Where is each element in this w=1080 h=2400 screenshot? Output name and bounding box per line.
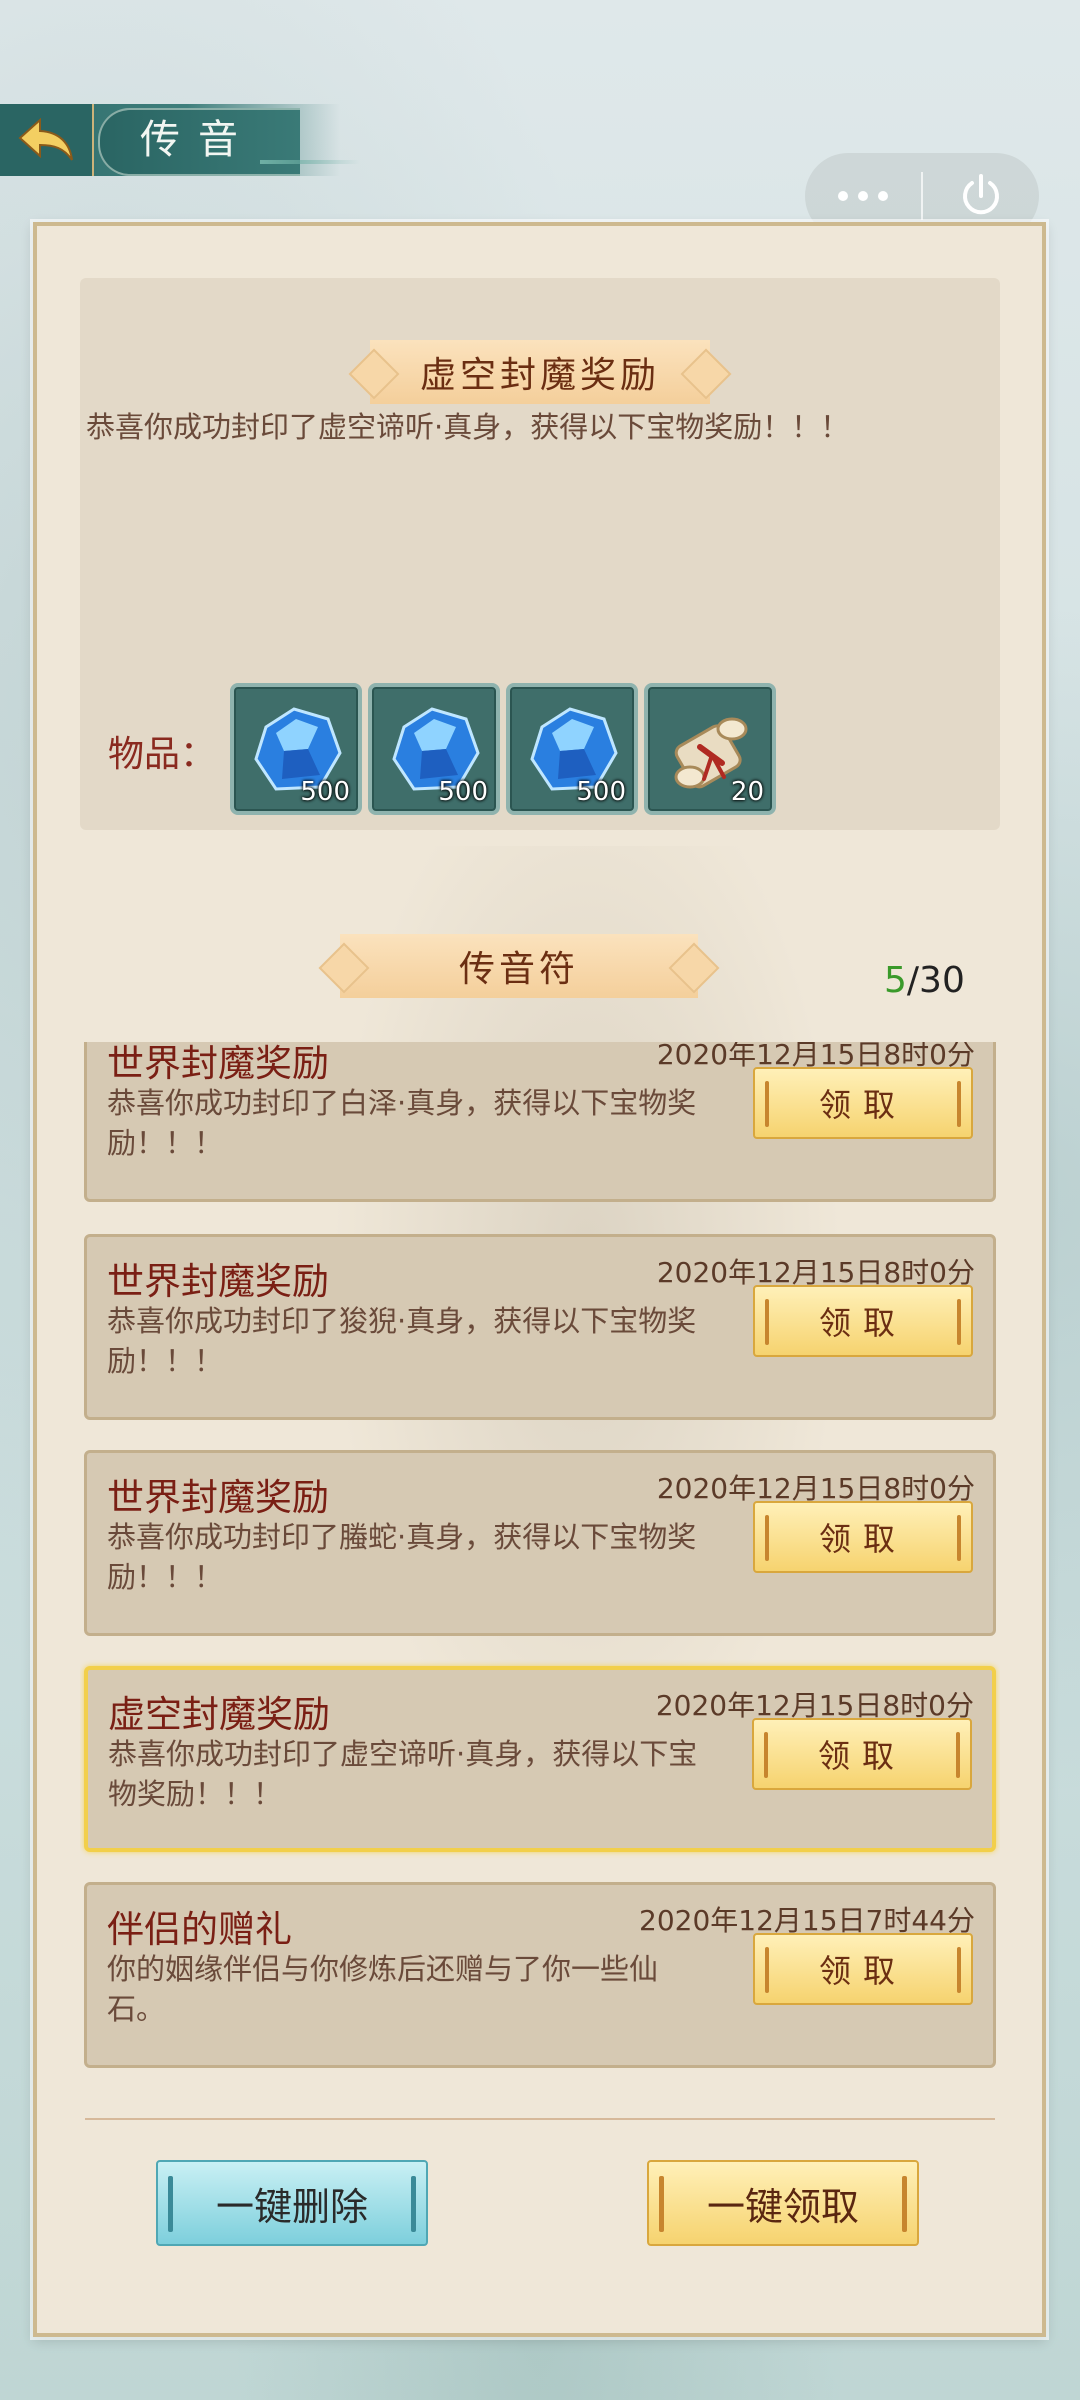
item-count: 20 bbox=[730, 777, 764, 807]
mail-title: 伴侣的赠礼 bbox=[107, 1908, 292, 1951]
reward-item-2[interactable]: 500 bbox=[368, 683, 500, 815]
mail-item[interactable]: 世界封魔奖励 2020年12月15日8时0分 恭喜你成功封印了狻猊·真身，获得以… bbox=[84, 1234, 996, 1420]
item-count: 500 bbox=[438, 777, 488, 807]
detail-message: 恭喜你成功封印了虚空谛听·真身，获得以下宝物奖励！！！ bbox=[86, 410, 850, 444]
claim-button[interactable]: 领取 bbox=[753, 1933, 973, 2005]
footer-divider bbox=[85, 2118, 995, 2120]
mail-title: 世界封魔奖励 bbox=[107, 1042, 329, 1085]
mail-body: 恭喜你成功封印了虚空谛听·真身，获得以下宝物奖励！！！ bbox=[108, 1737, 698, 1811]
mail-title: 世界封魔奖励 bbox=[107, 1476, 329, 1519]
mail-count-current: 5 bbox=[884, 960, 907, 1001]
claim-all-button[interactable]: 一键领取 bbox=[647, 2160, 919, 2246]
mail-item-selected[interactable]: 虚空封魔奖励 2020年12月15日8时0分 恭喜你成功封印了虚空谛听·真身，获… bbox=[84, 1666, 996, 1852]
items-label: 物品： bbox=[108, 734, 217, 775]
mail-item[interactable]: 世界封魔奖励 2020年12月15日8时0分 恭喜你成功封印了白泽·真身，获得以… bbox=[84, 1042, 996, 1202]
claim-button[interactable]: 领取 bbox=[752, 1718, 972, 1790]
item-count: 500 bbox=[300, 777, 350, 807]
claim-button[interactable]: 领取 bbox=[753, 1067, 973, 1139]
back-arrow-icon bbox=[18, 117, 73, 161]
mail-item[interactable]: 世界封魔奖励 2020年12月15日8时0分 恭喜你成功封印了螣蛇·真身，获得以… bbox=[84, 1450, 996, 1636]
header-decoration bbox=[260, 160, 360, 164]
delete-all-button[interactable]: 一键删除 bbox=[156, 2160, 428, 2246]
back-button[interactable] bbox=[0, 104, 94, 176]
mail-counter: 5/30 bbox=[884, 960, 965, 1001]
reward-item-1[interactable]: 500 bbox=[230, 683, 362, 815]
mail-body: 恭喜你成功封印了狻猊·真身，获得以下宝物奖励！！！ bbox=[107, 1304, 697, 1378]
mail-body: 恭喜你成功封印了白泽·真身，获得以下宝物奖励！！！ bbox=[107, 1086, 697, 1160]
page-title: 传音 bbox=[140, 117, 256, 163]
mail-body: 恭喜你成功封印了螣蛇·真身，获得以下宝物奖励！！！ bbox=[107, 1520, 697, 1594]
reward-item-3[interactable]: 500 bbox=[506, 683, 638, 815]
mail-title: 虚空封魔奖励 bbox=[108, 1693, 330, 1736]
mail-body: 你的姻缘伴侣与你修炼后还赠与了你一些仙石。 bbox=[107, 1952, 659, 2026]
mail-count-total: /30 bbox=[906, 960, 965, 1001]
detail-title-ribbon: 虚空封魔奖励 bbox=[370, 340, 710, 404]
list-title-ribbon: 传音符 bbox=[340, 934, 698, 998]
mail-list[interactable]: 世界封魔奖励 2020年12月15日8时0分 恭喜你成功封印了白泽·真身，获得以… bbox=[80, 1042, 1000, 2082]
item-count: 500 bbox=[576, 777, 626, 807]
claim-button[interactable]: 领取 bbox=[753, 1285, 973, 1357]
mail-item[interactable]: 伴侣的赠礼 2020年12月15日7时44分 你的姻缘伴侣与你修炼后还赠与了你一… bbox=[84, 1882, 996, 2068]
reward-item-4[interactable]: 20 bbox=[644, 683, 776, 815]
mail-title: 世界封魔奖励 bbox=[107, 1260, 329, 1303]
claim-button[interactable]: 领取 bbox=[753, 1501, 973, 1573]
